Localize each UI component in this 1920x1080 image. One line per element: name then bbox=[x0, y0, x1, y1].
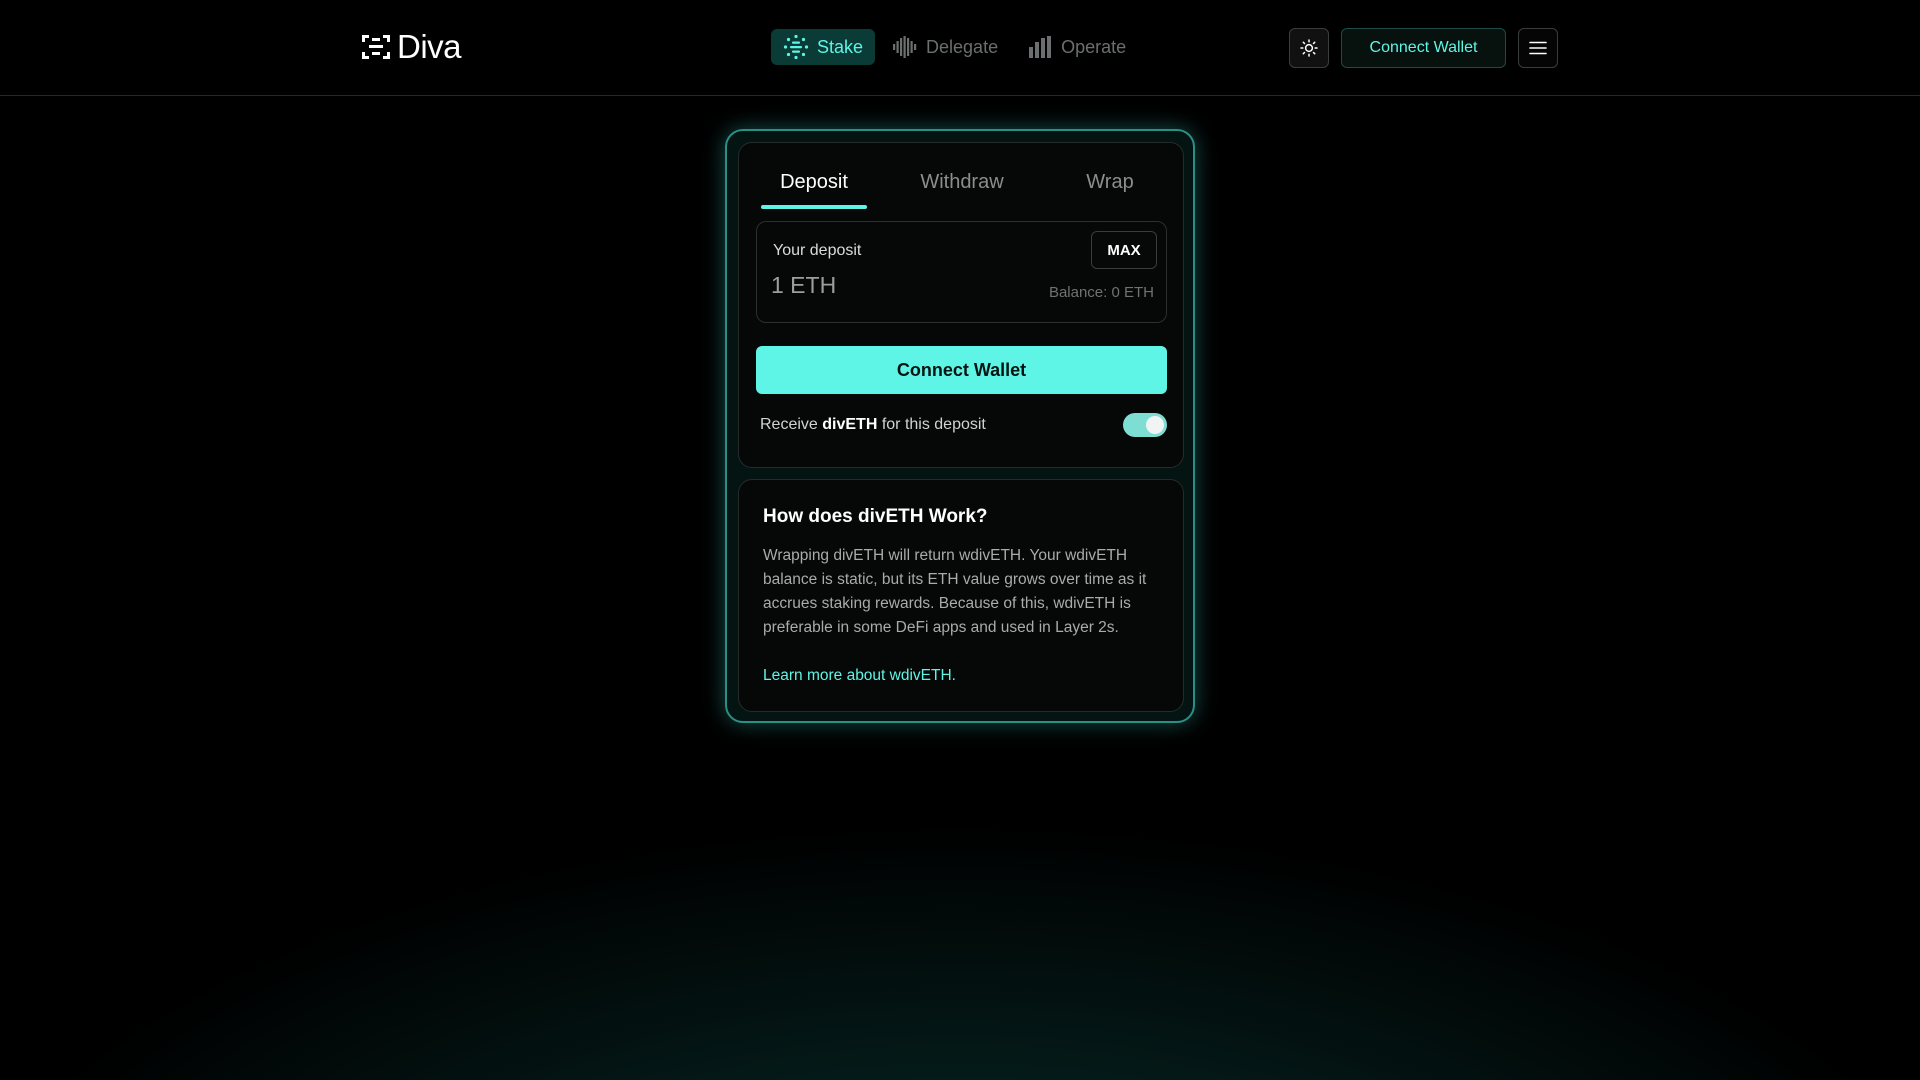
info-title: How does divETH Work? bbox=[763, 506, 988, 527]
nav-delegate-label: Delegate bbox=[926, 36, 999, 57]
nav-operate[interactable]: Operate bbox=[1015, 29, 1138, 65]
deposit-card: Deposit Withdraw Wrap Your deposit MAX B… bbox=[738, 142, 1184, 468]
info-body: Wrapping divETH will return wdivETH. You… bbox=[763, 547, 1147, 636]
logo-text: Diva bbox=[397, 28, 462, 65]
diva-logo[interactable]: Diva bbox=[361, 28, 462, 66]
nav-stake[interactable]: Stake bbox=[771, 29, 876, 65]
top-header: Diva Stake Delegate Operate Connect Wall… bbox=[0, 0, 1920, 96]
receive-diveth-toggle[interactable] bbox=[1123, 413, 1167, 437]
receive-diveth-label: Receive divETH for this deposit bbox=[760, 416, 986, 434]
nav-delegate[interactable]: Delegate bbox=[880, 29, 1010, 65]
receive-suffix: for this deposit bbox=[877, 416, 986, 433]
tab-withdraw[interactable]: Withdraw bbox=[909, 157, 1015, 207]
tab-deposit[interactable]: Deposit bbox=[761, 157, 867, 207]
receive-prefix: Receive bbox=[760, 416, 823, 433]
stake-panel: Deposit Withdraw Wrap Your deposit MAX B… bbox=[725, 129, 1195, 723]
header-connect-wallet-button[interactable]: Connect Wallet bbox=[1341, 28, 1506, 68]
diveth-info-card: How does divETH Work? Wrapping divETH wi… bbox=[738, 479, 1184, 712]
operate-icon bbox=[1029, 36, 1052, 58]
deposit-label: Your deposit bbox=[773, 242, 862, 259]
delegate-icon bbox=[893, 36, 917, 58]
tab-wrap[interactable]: Wrap bbox=[1057, 157, 1163, 207]
deposit-amount-input[interactable] bbox=[771, 272, 1011, 299]
diva-logo-icon bbox=[362, 35, 390, 59]
connect-wallet-button[interactable]: Connect Wallet bbox=[756, 346, 1167, 394]
deposit-input-box: Your deposit MAX Balance: 0 ETH bbox=[756, 221, 1167, 323]
active-tab-indicator bbox=[761, 205, 867, 209]
main-nav: Stake Delegate Operate bbox=[771, 29, 1143, 65]
action-tabs: Deposit Withdraw Wrap bbox=[761, 157, 1161, 209]
nav-operate-label: Operate bbox=[1061, 36, 1127, 57]
nav-stake-label: Stake bbox=[817, 36, 864, 57]
receive-token: divETH bbox=[822, 416, 878, 433]
receive-diveth-row: Receive divETH for this deposit bbox=[760, 413, 1167, 439]
learn-more-link[interactable]: Learn more about wdivETH. bbox=[763, 667, 956, 685]
theme-toggle-button[interactable] bbox=[1289, 28, 1329, 68]
menu-button[interactable] bbox=[1518, 28, 1558, 68]
balance-text: Balance: 0 ETH bbox=[1048, 284, 1154, 301]
max-button[interactable]: MAX bbox=[1091, 231, 1157, 269]
sun-icon bbox=[1300, 39, 1318, 57]
toggle-knob bbox=[1146, 416, 1164, 434]
hamburger-menu-icon bbox=[1529, 41, 1547, 55]
stake-icon bbox=[783, 34, 809, 60]
